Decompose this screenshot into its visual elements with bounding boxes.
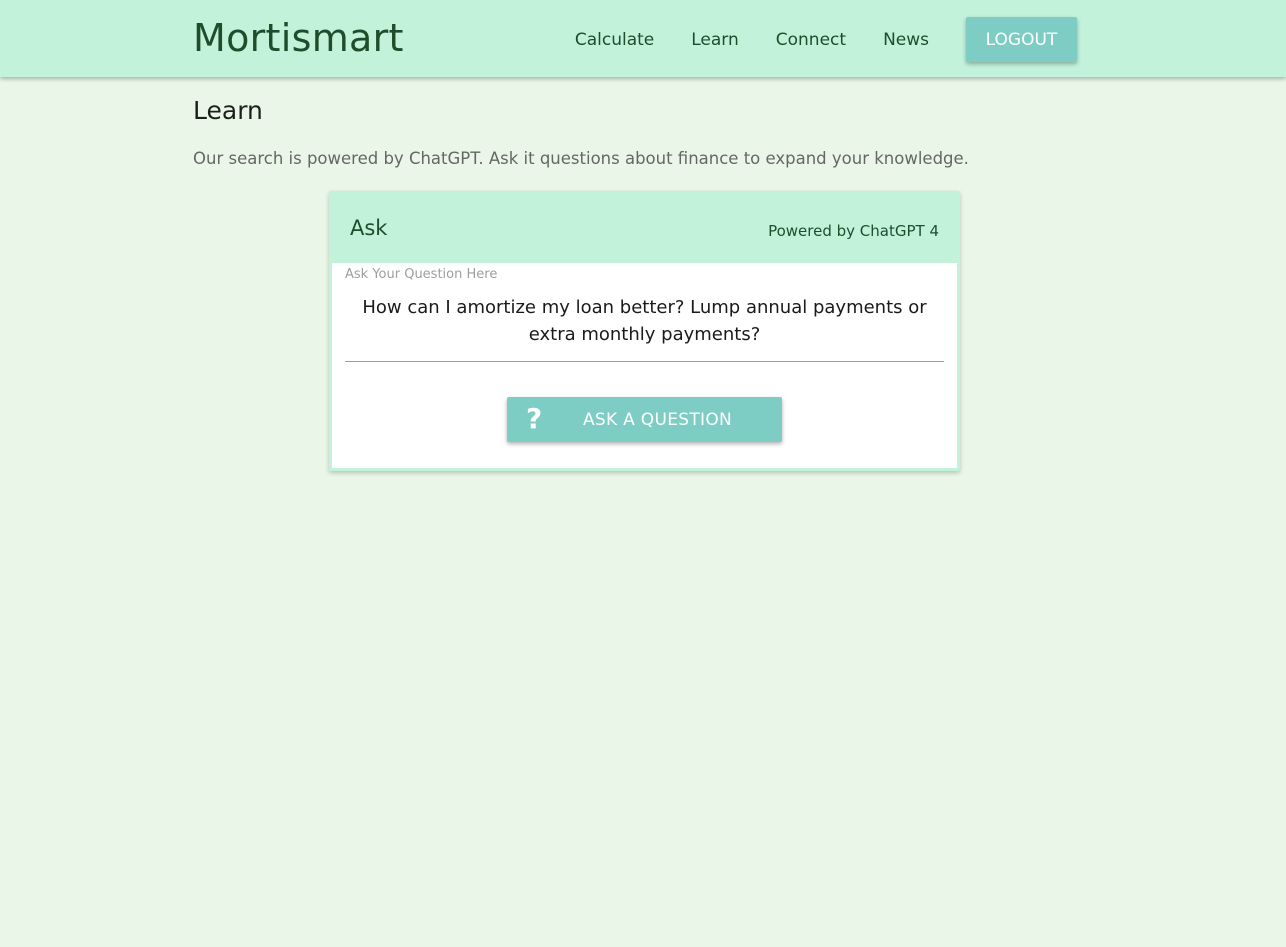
nav-menu: Calculate Learn Connect News LOGOUT (575, 17, 1077, 62)
page-intro-text: Our search is powered by ChatGPT. Ask it… (193, 149, 969, 168)
ask-card-subtitle: Powered by ChatGPT 4 (768, 222, 939, 240)
nav-link-calculate[interactable]: Calculate (575, 18, 654, 62)
nav-link-connect[interactable]: Connect (776, 18, 846, 62)
nav-link-learn[interactable]: Learn (691, 18, 739, 62)
ask-card-title: Ask (350, 216, 388, 240)
ask-question-button-label: ASK A QUESTION (583, 410, 733, 430)
ask-card-body: Ask Your Question Here How can I amortiz… (332, 263, 957, 468)
question-input[interactable]: How can I amortize my loan better? Lump … (345, 294, 944, 348)
top-navbar: Mortismart Calculate Learn Connect News … (0, 0, 1286, 77)
nav-link-news[interactable]: News (883, 18, 929, 62)
question-field-label: Ask Your Question Here (345, 267, 498, 282)
page-title: Learn (193, 96, 263, 125)
ask-card: Ask Powered by ChatGPT 4 Ask Your Questi… (329, 191, 960, 471)
ask-question-button[interactable]: ? ASK A QUESTION (507, 397, 782, 442)
brand-logo[interactable]: Mortismart (193, 16, 404, 60)
logout-button[interactable]: LOGOUT (966, 17, 1077, 62)
question-input-underline (345, 361, 944, 362)
question-mark-icon: ? (526, 402, 543, 435)
